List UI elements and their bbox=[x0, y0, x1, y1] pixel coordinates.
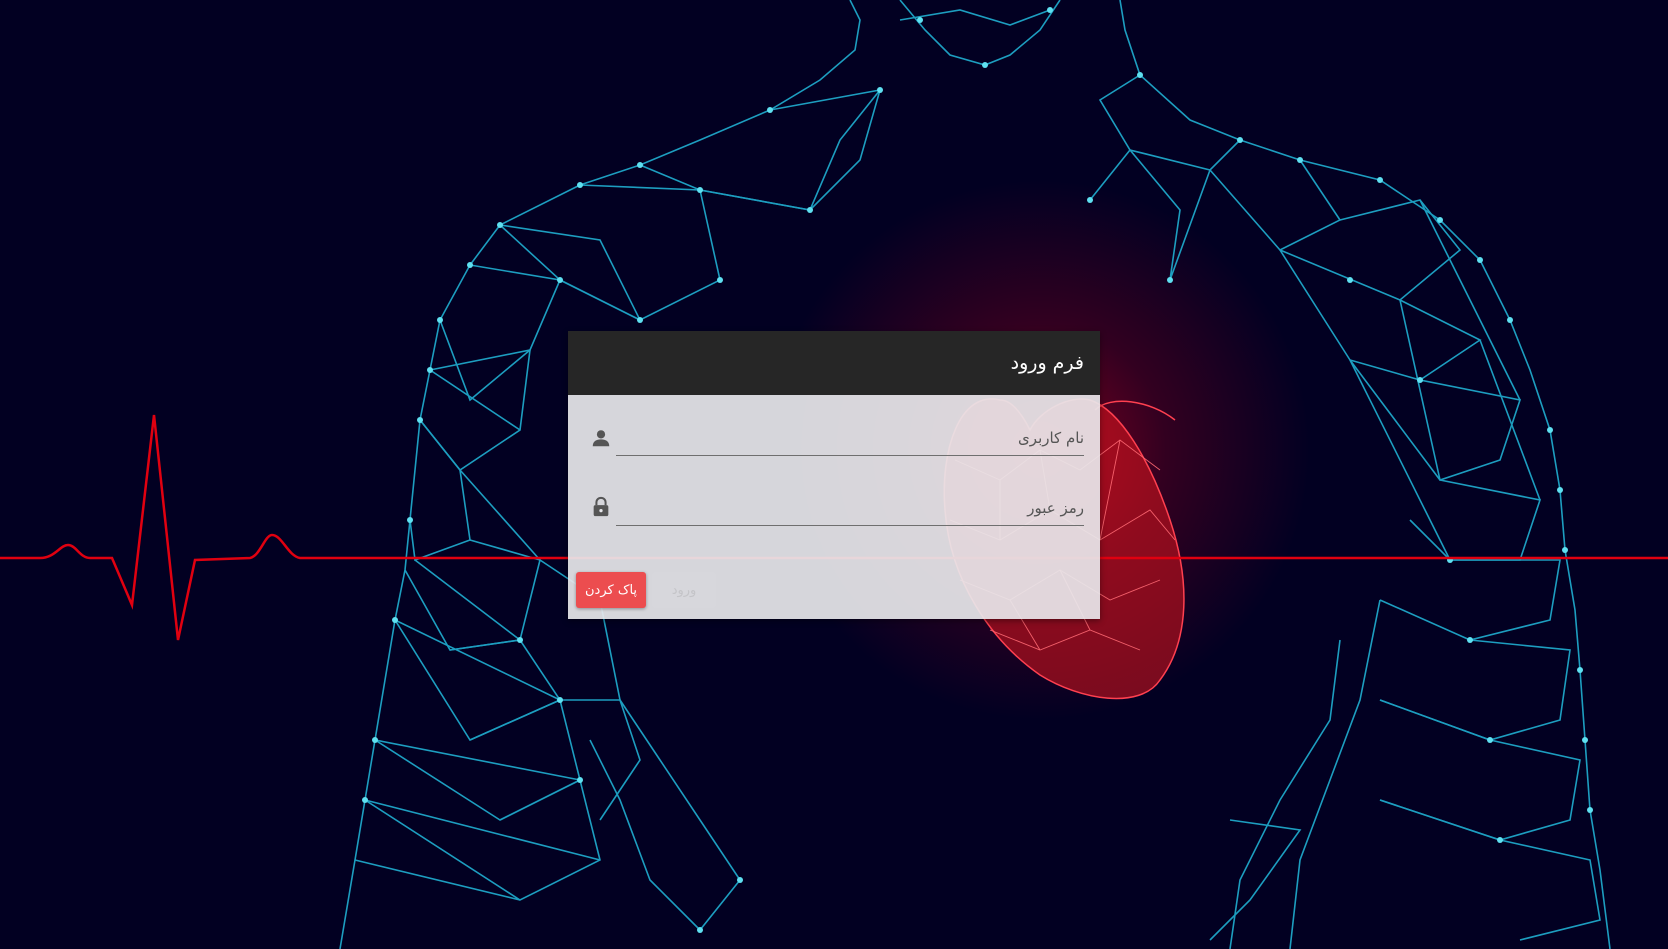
lock-icon bbox=[590, 496, 612, 518]
login-button[interactable]: ورود bbox=[652, 572, 716, 608]
username-field-wrapper bbox=[616, 415, 1084, 456]
login-page: فرم ورود ورود bbox=[0, 0, 1668, 949]
username-input[interactable] bbox=[616, 415, 1084, 455]
password-field-wrapper bbox=[616, 485, 1084, 526]
login-form-header: فرم ورود bbox=[568, 331, 1100, 395]
login-form-body: ورود پاک کردن bbox=[568, 395, 1100, 619]
login-form-title: فرم ورود bbox=[1010, 352, 1084, 374]
user-icon bbox=[590, 427, 612, 449]
login-form: فرم ورود ورود bbox=[568, 331, 1100, 619]
clear-button[interactable]: پاک کردن bbox=[576, 572, 646, 608]
password-input[interactable] bbox=[616, 485, 1084, 525]
